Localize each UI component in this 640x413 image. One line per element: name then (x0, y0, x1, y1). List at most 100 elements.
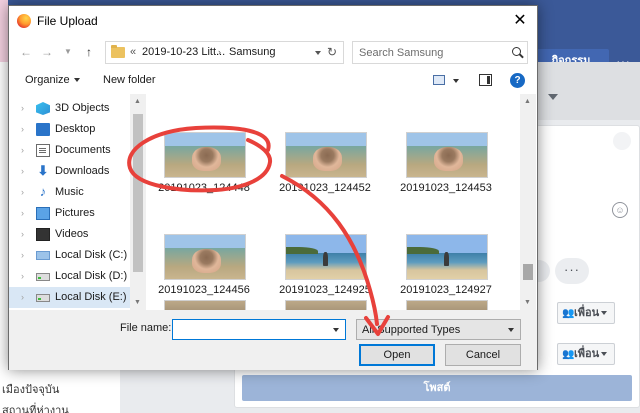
file-item[interactable]: 20191023_124452 (270, 132, 380, 204)
expand-chevron-icon[interactable]: › (21, 229, 24, 239)
expand-chevron-icon[interactable]: › (21, 271, 24, 281)
file-name: 20191023_124453 (400, 182, 492, 194)
scrollbar-thumb[interactable] (523, 264, 533, 280)
change-view-icon[interactable] (433, 75, 445, 85)
nav-item-label: Local Disk (D:) (55, 270, 128, 282)
current-city-label: เมืองปัจจุบัน (2, 384, 60, 396)
nav-item-videos[interactable]: › Videos (9, 224, 146, 245)
navigation-bar: ← → ▼ ↑ « 2019-10-23 Litt... › Samsung ↻ (9, 36, 537, 68)
nav-item-desktop[interactable]: › Desktop (9, 119, 146, 140)
refresh-icon[interactable]: ↻ (325, 45, 339, 59)
dialog-footer: File name: All Supported Types Open Canc… (9, 310, 537, 370)
desktop-icon (36, 123, 50, 136)
file-item[interactable] (270, 300, 380, 310)
nav-item-downloads[interactable]: › ⬇ Downloads (9, 161, 146, 182)
file-item[interactable]: 20191023_124925 (270, 234, 380, 306)
file-name: 20191023_124448 (158, 182, 250, 194)
file-list-scrollbar[interactable]: ▲ ▼ (520, 94, 536, 310)
expand-chevron-icon[interactable]: › (21, 250, 24, 260)
organize-menu[interactable]: Organize (25, 74, 80, 86)
image-thumbnail (406, 234, 488, 280)
nav-item-local-disk-c[interactable]: › Local Disk (C:) (9, 245, 146, 266)
scroll-up-icon[interactable]: ▲ (134, 98, 141, 105)
cube-icon (36, 102, 50, 115)
audience-label: เพื่อน (574, 348, 600, 360)
new-folder-button[interactable]: New folder (103, 74, 156, 86)
file-name-input[interactable] (172, 319, 346, 340)
file-name: 20191023_124456 (158, 284, 250, 296)
nav-item-label: Pictures (55, 207, 95, 219)
expand-chevron-icon[interactable]: › (21, 208, 24, 218)
forward-arrow-icon[interactable]: → (40, 45, 54, 59)
file-item[interactable]: 20191023_124453 (391, 132, 501, 204)
friends-icon: 👥 (562, 349, 575, 360)
file-item[interactable]: 20191023_124448 (149, 132, 259, 204)
file-item[interactable] (391, 300, 501, 310)
file-type-select[interactable]: All Supported Types (356, 319, 521, 340)
scroll-down-icon[interactable]: ▼ (134, 299, 141, 306)
firefox-icon (17, 14, 31, 28)
expand-chevron-icon[interactable]: › (21, 124, 24, 134)
address-dropdown-icon[interactable] (315, 51, 321, 55)
help-icon[interactable]: ? (510, 73, 525, 88)
search-box[interactable] (352, 41, 528, 64)
expand-chevron-icon[interactable]: › (21, 103, 24, 113)
drive-icon (36, 273, 50, 281)
audience-selector[interactable]: 👥เพื่อน (557, 302, 615, 324)
preview-pane-icon[interactable] (479, 74, 492, 86)
pictures-icon (36, 207, 50, 220)
expand-chevron-icon[interactable]: › (21, 166, 24, 176)
breadcrumb-separator-icon[interactable]: › (218, 47, 221, 57)
search-icon[interactable] (512, 47, 521, 56)
breadcrumb-overflow[interactable]: « (130, 46, 136, 58)
file-item[interactable]: 20191023_124456 (149, 234, 259, 306)
scroll-down-icon[interactable]: ▼ (524, 299, 531, 306)
recent-locations-icon[interactable]: ▼ (61, 47, 75, 56)
drive-icon (36, 294, 50, 302)
nav-item-documents[interactable]: › Documents (9, 140, 146, 161)
caret-down-icon (601, 352, 608, 357)
audience-selector[interactable]: 👥เพื่อน (557, 343, 615, 365)
caret-down-icon (601, 311, 608, 316)
expand-chevron-icon[interactable]: › (21, 292, 24, 302)
emoji-icon[interactable]: ☺ (612, 202, 628, 218)
nav-item-local-disk-e[interactable]: › Local Disk (E:) (9, 287, 146, 308)
caret-down-icon (73, 78, 80, 83)
up-arrow-icon[interactable]: ↑ (82, 45, 96, 59)
nav-item-label: Downloads (55, 165, 110, 177)
file-name-dropdown-icon[interactable] (333, 328, 339, 332)
expand-chevron-icon[interactable]: › (21, 145, 24, 155)
file-item[interactable]: 20191023_124927 (391, 234, 501, 306)
navigation-scrollbar[interactable]: ▲ ▼ (130, 94, 146, 310)
nav-item-pictures[interactable]: › Pictures (9, 203, 146, 224)
view-options-caret-icon[interactable] (453, 79, 459, 83)
cancel-button[interactable]: Cancel (445, 344, 521, 366)
open-button[interactable]: Open (359, 344, 435, 366)
file-item[interactable] (149, 300, 259, 310)
nav-item-label: Music (55, 186, 84, 198)
breadcrumb-current[interactable]: Samsung (229, 46, 275, 58)
more-options-button[interactable]: ··· (555, 258, 589, 284)
file-name: 20191023_124927 (400, 284, 492, 296)
documents-icon (36, 144, 50, 157)
breadcrumb-parent[interactable]: 2019-10-23 Litt... (142, 46, 225, 58)
nav-item-3d-objects[interactable]: › 3D Objects (9, 98, 146, 119)
scroll-up-icon[interactable]: ▲ (524, 98, 531, 105)
expand-chevron-icon[interactable]: › (21, 187, 24, 197)
nav-item-music[interactable]: › ♪ Music (9, 182, 146, 203)
nav-item-label: Documents (55, 144, 111, 156)
back-arrow-icon[interactable]: ← (19, 45, 33, 59)
file-name-label: File name: (120, 322, 172, 334)
close-button[interactable]: ✕ (509, 10, 531, 32)
audience-label: เพื่อน (574, 307, 600, 319)
profile-sidebar (0, 62, 8, 413)
post-button[interactable]: โพสต์ (242, 375, 632, 401)
search-input[interactable] (353, 42, 503, 63)
nav-item-local-disk-d[interactable]: › Local Disk (D:) (9, 266, 146, 287)
windows-drive-icon (36, 251, 50, 260)
chevron-down-icon (508, 328, 514, 332)
scrollbar-thumb[interactable] (133, 114, 143, 272)
chevron-down-icon[interactable] (548, 94, 558, 100)
address-bar[interactable]: « 2019-10-23 Litt... › Samsung ↻ (105, 41, 344, 64)
close-icon[interactable] (613, 132, 631, 150)
